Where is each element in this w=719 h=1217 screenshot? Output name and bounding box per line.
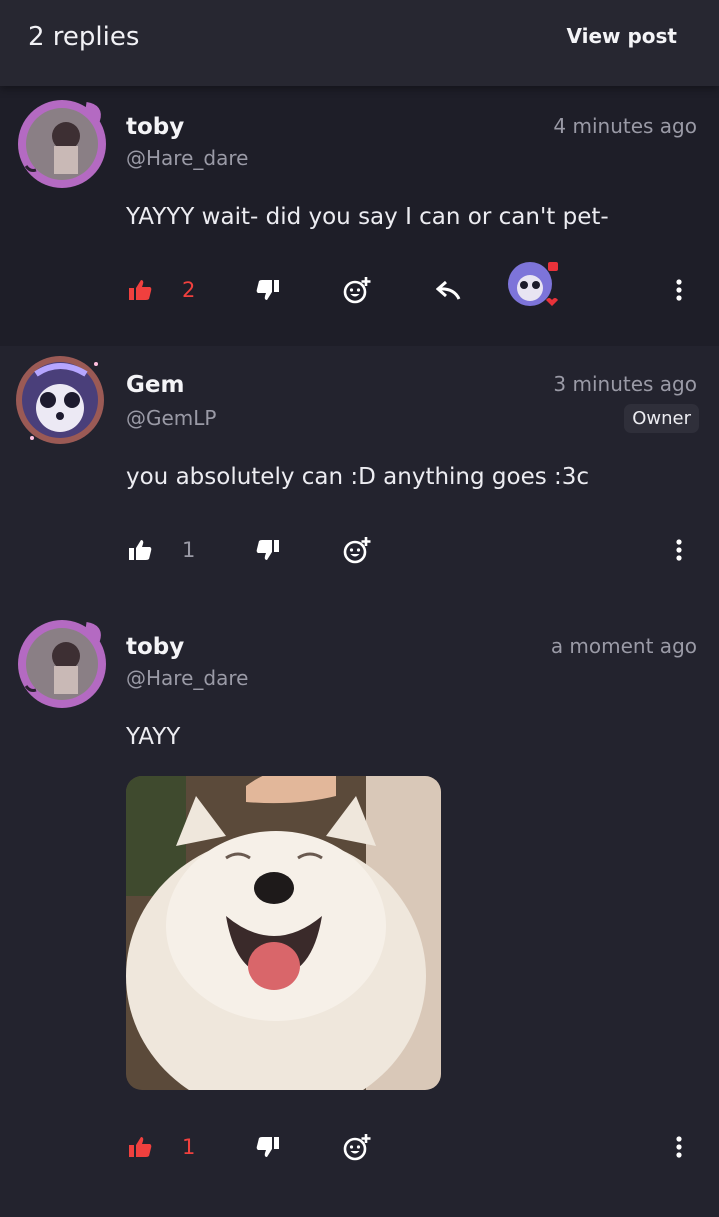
- comment-item: toby @Hare_dare a moment ago YAYY 1: [0, 596, 719, 1217]
- like-count: 1: [182, 1135, 196, 1159]
- comment-handle: @Hare_dare: [126, 666, 249, 690]
- thumbs-down-icon[interactable]: [256, 530, 282, 570]
- comment-text: YAYYY wait- did you say I can or can't p…: [126, 204, 609, 230]
- thread-header: 2 replies View post: [0, 0, 719, 86]
- comment-author[interactable]: Gem: [126, 372, 184, 398]
- avatar-toby[interactable]: [14, 96, 110, 192]
- more-vertical-icon[interactable]: [676, 270, 692, 310]
- thumbs-up-icon[interactable]: [128, 1127, 154, 1167]
- comment-item: Gem @GemLP 3 minutes ago Owner you absol…: [0, 346, 719, 596]
- reactor-avatar[interactable]: [506, 262, 564, 310]
- thumbs-up-icon[interactable]: [128, 270, 154, 310]
- comment-handle: @GemLP: [126, 406, 217, 430]
- comment-text: YAYY: [126, 724, 181, 750]
- comment-actions: 1: [0, 530, 719, 570]
- comment-time: 3 minutes ago: [553, 372, 697, 396]
- like-count: 2: [182, 278, 196, 302]
- thumbs-up-icon[interactable]: [128, 530, 154, 570]
- more-vertical-icon[interactable]: [676, 530, 692, 570]
- thumbs-down-icon[interactable]: [256, 1127, 282, 1167]
- replies-count-title: 2 replies: [28, 22, 140, 52]
- attached-gif[interactable]: [126, 776, 441, 1090]
- more-vertical-icon[interactable]: [676, 1127, 692, 1167]
- comment-author[interactable]: toby: [126, 114, 184, 140]
- comment-actions: 1: [0, 1127, 719, 1167]
- add-reaction-icon[interactable]: [342, 530, 374, 570]
- comment-handle: @Hare_dare: [126, 146, 249, 170]
- comment-time: a moment ago: [550, 634, 697, 658]
- thumbs-down-icon[interactable]: [256, 270, 282, 310]
- owner-badge: Owner: [624, 404, 699, 433]
- comment-actions: 2: [0, 262, 719, 310]
- add-reaction-icon[interactable]: [342, 270, 374, 310]
- view-post-button[interactable]: View post: [566, 24, 677, 48]
- comment-time: 4 minutes ago: [553, 114, 697, 138]
- like-count: 1: [182, 538, 196, 562]
- add-reaction-icon[interactable]: [342, 1127, 374, 1167]
- comment-item: toby @Hare_dare 4 minutes ago YAYYY wait…: [0, 86, 719, 346]
- avatar-gem[interactable]: [14, 352, 110, 448]
- comment-author[interactable]: toby: [126, 634, 184, 660]
- avatar-toby[interactable]: [14, 616, 110, 712]
- comment-text: you absolutely can :D anything goes :3c: [126, 464, 590, 490]
- reply-icon[interactable]: [436, 270, 464, 310]
